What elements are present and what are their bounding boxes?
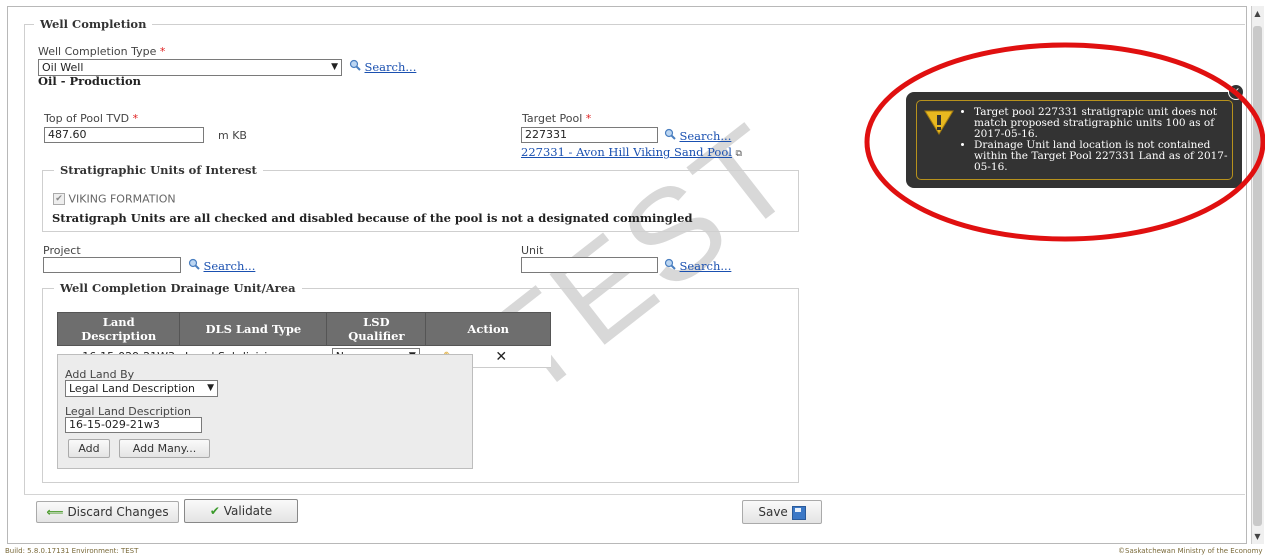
top-of-pool-unit: m KB <box>218 129 247 142</box>
well-completion-legend: Well Completion <box>34 17 153 31</box>
top-of-pool-label: Top of Pool TVD * <box>44 112 139 125</box>
strat-unit-item: ✔ VIKING FORMATION <box>53 192 176 206</box>
search-icon <box>188 258 200 270</box>
target-pool-input[interactable]: 227331 <box>521 127 658 143</box>
unit-input[interactable] <box>521 257 658 273</box>
legal-land-description-input[interactable]: 16-15-029-21w3 <box>65 417 202 433</box>
add-many-button[interactable]: Add Many... <box>119 439 210 458</box>
discard-changes-button[interactable]: ⟸ Discard Changes <box>36 501 179 523</box>
chevron-down-icon: ▼ <box>331 62 338 72</box>
well-completion-type-description: Oil - Production <box>38 74 142 88</box>
project-search-link[interactable]: Search... <box>188 258 255 273</box>
well-completion-type-label: Well Completion Type * <box>38 45 166 58</box>
target-pool-detail-link[interactable]: 227331 - Avon Hill Viking Sand Pool ⧉ <box>521 145 742 159</box>
well-completion-type-search-link[interactable]: Search... <box>349 59 416 74</box>
search-icon <box>664 258 676 270</box>
scroll-up-arrow-icon[interactable]: ▲ <box>1251 8 1264 20</box>
build-info: Build: 5.8.0.17131 Environment: TEST <box>5 547 139 555</box>
chevron-down-icon: ▼ <box>207 383 214 393</box>
search-icon <box>664 128 676 140</box>
strat-units-legend: Stratigraphic Units of Interest <box>54 163 263 177</box>
top-of-pool-input[interactable]: 487.60 <box>44 127 204 143</box>
arrow-left-icon: ⟸ <box>46 505 64 519</box>
add-land-by-select[interactable]: Legal Land Description ▼ <box>65 380 218 397</box>
target-pool-label: Target Pool * <box>522 112 592 125</box>
column-header: DLS Land Type <box>179 312 328 346</box>
target-pool-search-link[interactable]: Search... <box>664 128 731 143</box>
project-input[interactable] <box>43 257 181 273</box>
footer: Build: 5.8.0.17131 Environment: TEST ©Sa… <box>0 546 1265 557</box>
validate-button[interactable]: ✔ Validate <box>184 499 298 523</box>
checkmark-icon: ✔ <box>209 504 220 518</box>
unit-search-link[interactable]: Search... <box>664 258 731 273</box>
drainage-legend: Well Completion Drainage Unit/Area <box>54 281 302 295</box>
highlight-circle <box>864 42 1265 242</box>
scroll-down-arrow-icon[interactable]: ▼ <box>1251 531 1264 543</box>
column-header: LSD Qualifier <box>326 312 427 346</box>
project-label: Project <box>43 244 81 257</box>
checkbox-checked-icon: ✔ <box>53 193 65 205</box>
search-icon <box>349 59 361 71</box>
floppy-disk-icon <box>791 505 806 520</box>
copyright: ©Saskatchewan Ministry of the Economy <box>1118 547 1263 555</box>
column-header: Action <box>425 312 551 346</box>
save-button[interactable]: Save <box>742 500 822 524</box>
unit-label: Unit <box>521 244 544 257</box>
divider <box>24 494 1245 495</box>
strat-units-note: Stratigraph Units are all checked and di… <box>52 211 693 225</box>
column-header: Land Description <box>56 312 181 346</box>
external-link-icon: ⧉ <box>735 149 742 159</box>
add-button[interactable]: Add <box>68 439 110 458</box>
delete-x-icon[interactable]: ✕ <box>495 349 507 365</box>
